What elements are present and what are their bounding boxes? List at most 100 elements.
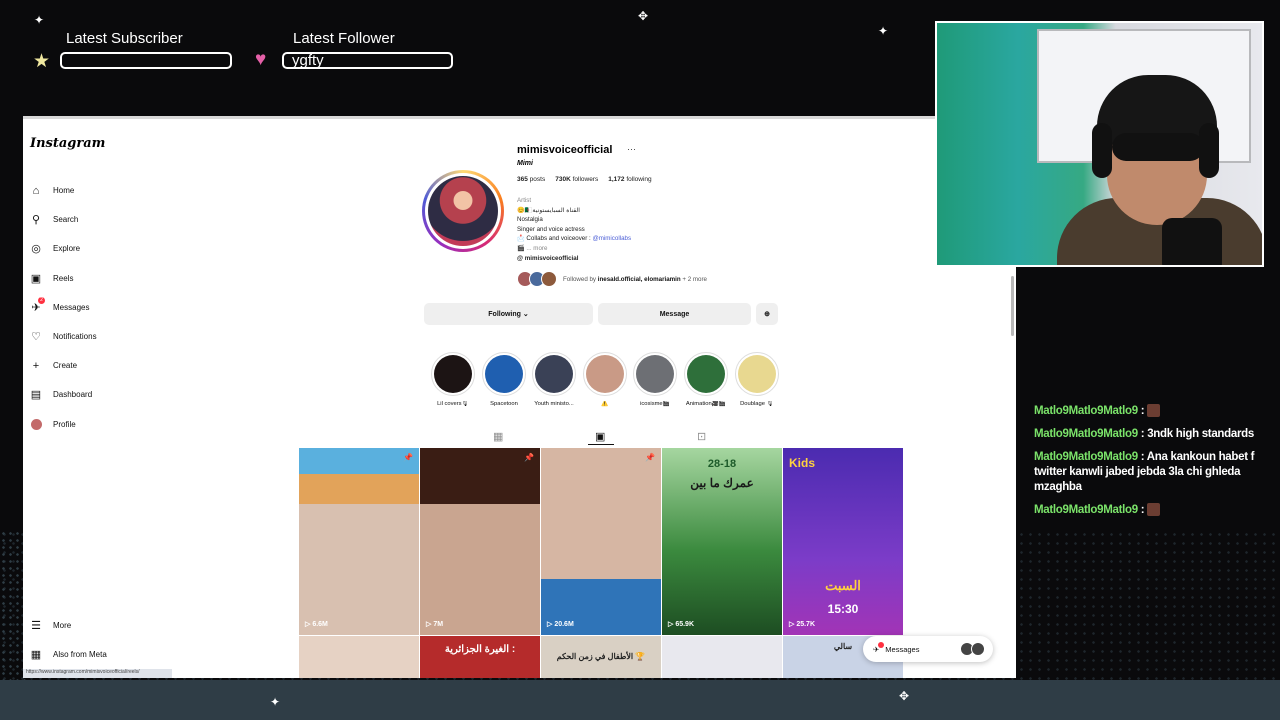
sidebar-item-label: Profile xyxy=(53,419,76,429)
dashboard-icon: ▤ xyxy=(30,389,42,402)
highlight-item[interactable]: ⚠️ xyxy=(581,352,629,407)
reel-tile[interactable]: الأطفال في زمن الحكم 🏆 xyxy=(541,636,661,678)
latest-subscriber-label: Latest Subscriber xyxy=(66,30,183,47)
reel-caption: الأطفال في زمن الحكم 🏆 xyxy=(556,652,646,661)
reel-tile[interactable]: Kids السبت 15:30 ▷ 25.7K xyxy=(783,448,903,635)
add-person-icon[interactable]: ⊕ xyxy=(756,303,778,325)
chat-message: Matlo9Matlo9Matlo9 : 3ndk high standards xyxy=(1034,428,1254,440)
bio-line: Singer and voice actress xyxy=(517,225,585,233)
search-icon: ⚲ xyxy=(31,214,41,227)
sidebar-item-search[interactable]: ⚲ Search xyxy=(29,205,189,234)
highlight-item[interactable]: Animation🎥🎬 xyxy=(682,352,730,407)
chat-message: Matlo9Matlo9Matlo9 : xyxy=(1034,404,1274,419)
following-stat[interactable]: 1,172 following xyxy=(608,176,651,183)
profile-username: mimisvoiceofficial xyxy=(517,144,613,156)
active-tab-indicator xyxy=(588,444,614,445)
tagged-icon[interactable]: ⊡ xyxy=(697,430,706,443)
chat-username: Matlo9Matlo9Matlo9 xyxy=(1034,428,1138,440)
sidebar-item-label: Search xyxy=(53,215,79,225)
reel-tile[interactable]: 📌 ▷ 20.6M xyxy=(541,448,661,635)
sidebar-item-more[interactable]: ☰ More xyxy=(29,611,189,640)
pin-icon: 📌 xyxy=(645,453,655,462)
reel-views: ▷ 25.7K xyxy=(789,621,816,628)
highlight-item[interactable]: Youth ministo... xyxy=(530,352,578,407)
bio-category: Artist xyxy=(517,197,532,204)
messages-badge: 2 xyxy=(38,296,45,304)
reel-tile[interactable]: 📌 ▷ 7M xyxy=(420,448,540,635)
mutual-avatar xyxy=(541,271,557,287)
sidebar-item-explore[interactable]: ◎ Explore xyxy=(29,234,189,263)
bio-line: Nostalgia xyxy=(517,216,543,224)
profile-avatar[interactable] xyxy=(422,170,504,252)
highlight-item[interactable]: Spacetoon xyxy=(480,352,528,407)
reel-views: ▷ 65.9K xyxy=(668,621,695,628)
reel-views: ▷ 7M xyxy=(426,621,444,628)
highlight-item[interactable]: Doublage 🎙 xyxy=(733,352,781,407)
sidebar-item-home[interactable]: ⌂ Home xyxy=(29,176,189,205)
followed-by[interactable]: Followed by inesald.official, elomariami… xyxy=(517,271,707,287)
floating-messages-button[interactable]: ✈ Messages xyxy=(863,636,993,662)
highlight-cover xyxy=(535,355,573,393)
sidebar-item-reels[interactable]: ▣ Reels xyxy=(29,264,189,293)
highlight-label: Lil covers🎙 xyxy=(437,401,469,407)
sidebar-item-also-from-meta[interactable]: ▦ Also from Meta xyxy=(29,640,189,669)
sidebar-item-messages[interactable]: ✈ 2 Messages xyxy=(29,293,189,322)
sparkle-icon: ✦ xyxy=(878,24,889,38)
instagram-browser-window: Instagram ⌂ Home ⚲ Search ◎ Explore ▣ Re… xyxy=(23,116,1016,678)
page-scrollbar[interactable] xyxy=(1011,276,1014,336)
message-button[interactable]: Message xyxy=(598,303,751,325)
grid-icon[interactable]: ▦ xyxy=(493,430,503,443)
sidebar-item-label: Also from Meta xyxy=(53,650,107,660)
reel-tile[interactable]: الغيرة الجزائرية : xyxy=(420,636,540,678)
reels-icon: ▣ xyxy=(30,272,42,285)
posts-stat: 365 posts xyxy=(517,176,546,183)
reel-caption: الغيرة الجزائرية : xyxy=(444,644,516,655)
reels-tab-icon[interactable]: ▣ xyxy=(595,430,605,443)
threads-link[interactable]: @ mimisvoiceofficial xyxy=(517,254,631,264)
followers-stat[interactable]: 730K followers xyxy=(555,176,598,183)
reel-tile[interactable] xyxy=(662,636,782,678)
sidebar-item-create[interactable]: + Create xyxy=(29,351,189,380)
reel-views: ▷ 6.6M xyxy=(305,621,328,628)
sidebar-item-label: Dashboard xyxy=(53,390,93,400)
profile-full-name: Mimi xyxy=(517,160,533,167)
home-icon: ⌂ xyxy=(32,184,40,197)
bio-more[interactable]: 🎬 ... more xyxy=(517,244,631,254)
latest-follower-label: Latest Follower xyxy=(293,30,395,47)
highlight-cover xyxy=(636,355,674,393)
webcam-feed xyxy=(935,21,1264,267)
chat-message: Matlo9Matlo9Matlo9 : Ana kankoun habet f… xyxy=(1034,451,1255,493)
highlight-item[interactable]: icosisme🎬 xyxy=(631,352,679,407)
options-icon[interactable]: ··· xyxy=(627,144,636,154)
highlight-item[interactable]: Lil covers🎙 xyxy=(429,352,477,407)
reel-caption: 28-18 xyxy=(707,458,737,470)
bio-link[interactable]: @mimicollabs xyxy=(592,235,631,242)
heart-icon: ♥ xyxy=(255,49,267,70)
sidebar-item-profile[interactable]: Profile xyxy=(29,410,189,439)
reel-tile[interactable]: 28-18 عمرك ما بين ▷ 65.9K xyxy=(662,448,782,635)
reel-views: ▷ 20.6M xyxy=(547,621,574,628)
sidebar-item-dashboard[interactable]: ▤ Dashboard xyxy=(29,380,189,409)
sidebar-item-notifications[interactable]: ♡ Notifications xyxy=(29,322,189,351)
latest-subscriber-value xyxy=(60,52,232,69)
reel-tile[interactable]: 📌 ▷ 6.6M xyxy=(299,448,419,635)
highlight-cover xyxy=(738,355,776,393)
chat-text: 3ndk high standards xyxy=(1147,428,1254,440)
sparkle-icon: ✦ xyxy=(270,695,281,709)
highlight-label: Animation🎥🎬 xyxy=(685,401,727,407)
latest-follower-value: ygfty xyxy=(282,52,453,69)
sparkle-icon: ✥ xyxy=(899,689,910,703)
instagram-logo[interactable]: Instagram xyxy=(30,136,105,151)
reel-tile[interactable] xyxy=(299,636,419,678)
sidebar-item-label: Create xyxy=(53,361,78,371)
compass-icon: ◎ xyxy=(31,243,41,256)
chat-username: Matlo9Matlo9Matlo9 xyxy=(1034,405,1138,417)
floating-messages-label: Messages xyxy=(885,644,920,654)
sidebar-item-label: Reels xyxy=(53,273,74,283)
messenger-icon: ✈ xyxy=(873,641,884,654)
window-top-bar xyxy=(23,116,1016,119)
sidebar-item-label: Explore xyxy=(53,244,81,254)
following-button[interactable]: Following ⌄ xyxy=(424,303,593,325)
status-bar-url: https://www.instagram.com/mimisvoiceoffi… xyxy=(23,669,172,678)
pin-icon: 📌 xyxy=(403,453,413,462)
